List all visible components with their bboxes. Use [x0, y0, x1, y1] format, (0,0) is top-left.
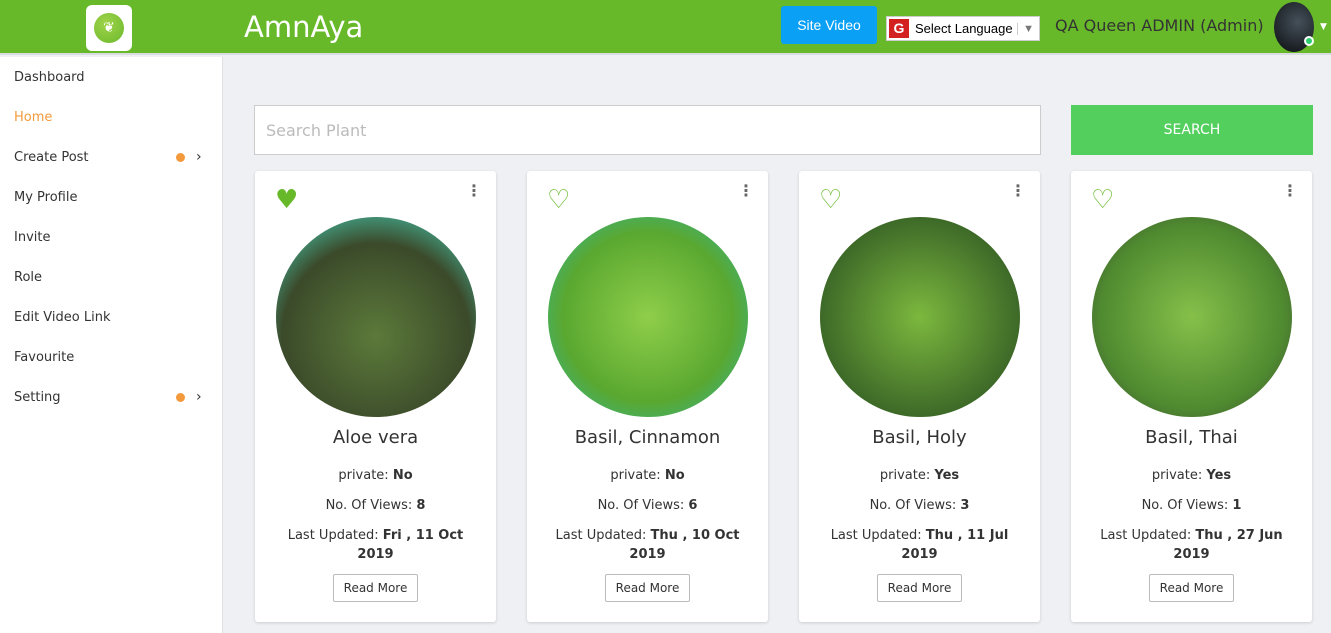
sidebar-item-label: Invite [14, 229, 51, 245]
views-label: No. Of Views: [597, 498, 689, 513]
private-field: private: No [527, 466, 768, 485]
chevron-right-icon: › [196, 149, 202, 165]
plant-card: ♥ ⋮ Aloe vera private: No No. Of Views: … [255, 171, 496, 622]
updated-field: Last Updated: Thu , 27 Jun 2019 [1071, 526, 1312, 564]
sidebar-item-label: Role [14, 269, 43, 285]
heart-filled-icon[interactable]: ♥ [275, 187, 298, 213]
views-field: No. Of Views: 8 [255, 496, 496, 515]
language-select[interactable]: G Select Language ▼ [886, 16, 1040, 41]
plant-name: Aloe vera [332, 427, 419, 448]
private-field: private: Yes [799, 466, 1040, 485]
read-more-button[interactable]: Read More [332, 574, 419, 602]
sidebar-item-label: Favourite [14, 349, 75, 365]
private-field: private: No [255, 466, 496, 485]
updated-label: Last Updated: [830, 528, 926, 543]
read-more-button[interactable]: Read More [876, 574, 963, 602]
leaf-icon: ❦ [94, 13, 124, 43]
sidebar-item-edit-video-link[interactable]: Edit Video Link [0, 297, 222, 337]
views-value: 1 [1232, 498, 1242, 513]
private-value: No [392, 468, 413, 483]
sidebar-item-label: Dashboard [14, 69, 85, 85]
sidebar-item-setting[interactable]: Setting › [0, 377, 222, 417]
language-label: Select Language [915, 21, 1013, 36]
read-more-button[interactable]: Read More [1148, 574, 1235, 602]
sidebar-item-invite[interactable]: Invite [0, 217, 222, 257]
user-name[interactable]: QA Queen ADMIN (Admin) [1055, 16, 1264, 35]
plant-photo [547, 217, 748, 417]
plant-photo [1091, 217, 1292, 417]
heart-outline-icon[interactable]: ♡ [819, 187, 842, 213]
sidebar-item-label: Create Post [14, 149, 89, 165]
updated-label: Last Updated: [555, 528, 651, 543]
sidebar-item-label: Home [14, 109, 53, 125]
updated-label: Last Updated: [1100, 528, 1196, 543]
plant-name: Basil, Thai [1145, 427, 1238, 448]
heart-outline-icon[interactable]: ♡ [1091, 187, 1114, 213]
plant-card: ♡ ⋮ Basil, Cinnamon private: No No. Of V… [527, 171, 768, 622]
plant-name: Basil, Holy [872, 427, 967, 448]
chevron-right-icon: › [196, 389, 202, 405]
private-value: Yes [1206, 468, 1232, 483]
views-value: 3 [960, 498, 970, 513]
badge-dot [176, 392, 185, 402]
sidebar: Dashboard Home Create Post › My Profile I… [0, 57, 223, 633]
sidebar-item-home[interactable]: Home [0, 97, 222, 137]
google-translate-icon: G [889, 19, 909, 38]
app-title: AmnAya [244, 10, 364, 44]
caret-down-icon[interactable]: ▼ [1320, 22, 1327, 32]
plant-name: Basil, Cinnamon [574, 427, 721, 448]
heart-outline-icon[interactable]: ♡ [547, 187, 570, 213]
read-more-button[interactable]: Read More [604, 574, 691, 602]
sidebar-item-favourite[interactable]: Favourite [0, 337, 222, 377]
views-value: 6 [688, 498, 698, 513]
sidebar-item-label: Edit Video Link [14, 309, 111, 325]
views-field: No. Of Views: 3 [799, 496, 1040, 515]
dropdown-arrow-icon: ▼ [1017, 22, 1039, 35]
more-options-icon[interactable]: ⋮ [1282, 183, 1298, 199]
private-label: private: [879, 468, 935, 483]
sidebar-item-dashboard[interactable]: Dashboard [0, 57, 222, 97]
more-options-icon[interactable]: ⋮ [466, 183, 482, 199]
search-button[interactable]: SEARCH [1071, 105, 1313, 155]
sidebar-item-create-post[interactable]: Create Post › [0, 137, 222, 177]
views-label: No. Of Views: [1141, 498, 1233, 513]
private-label: private: [1151, 468, 1207, 483]
sidebar-item-my-profile[interactable]: My Profile [0, 177, 222, 217]
private-field: private: Yes [1071, 466, 1312, 485]
search-input[interactable] [254, 105, 1041, 155]
top-bar: ❦ AmnAya Site Video G Select Language ▼ QA… [0, 0, 1331, 55]
online-status-icon [1304, 36, 1314, 46]
plant-photo [819, 217, 1020, 417]
private-value: Yes [934, 468, 960, 483]
views-value: 8 [416, 498, 426, 513]
views-label: No. Of Views: [325, 498, 417, 513]
private-label: private: [338, 468, 393, 483]
site-video-button[interactable]: Site Video [781, 6, 877, 44]
updated-label: Last Updated: [287, 528, 383, 543]
updated-field: Last Updated: Thu , 10 Oct 2019 [527, 526, 768, 564]
views-field: No. Of Views: 6 [527, 496, 768, 515]
updated-field: Last Updated: Fri , 11 Oct 2019 [255, 526, 496, 564]
more-options-icon[interactable]: ⋮ [1010, 183, 1026, 199]
plant-card: ♡ ⋮ Basil, Thai private: Yes No. Of View… [1071, 171, 1312, 622]
private-label: private: [610, 468, 665, 483]
sidebar-item-label: My Profile [14, 189, 78, 205]
views-label: No. Of Views: [869, 498, 961, 513]
views-field: No. Of Views: 1 [1071, 496, 1312, 515]
badge-dot [176, 152, 185, 162]
private-value: No [664, 468, 685, 483]
more-options-icon[interactable]: ⋮ [738, 183, 754, 199]
plant-card: ♡ ⋮ Basil, Holy private: Yes No. Of View… [799, 171, 1040, 622]
plant-photo [275, 217, 476, 417]
sidebar-item-role[interactable]: Role [0, 257, 222, 297]
sidebar-item-label: Setting [14, 389, 61, 405]
updated-field: Last Updated: Thu , 11 Jul 2019 [799, 526, 1040, 564]
app-logo[interactable]: ❦ [86, 5, 132, 51]
